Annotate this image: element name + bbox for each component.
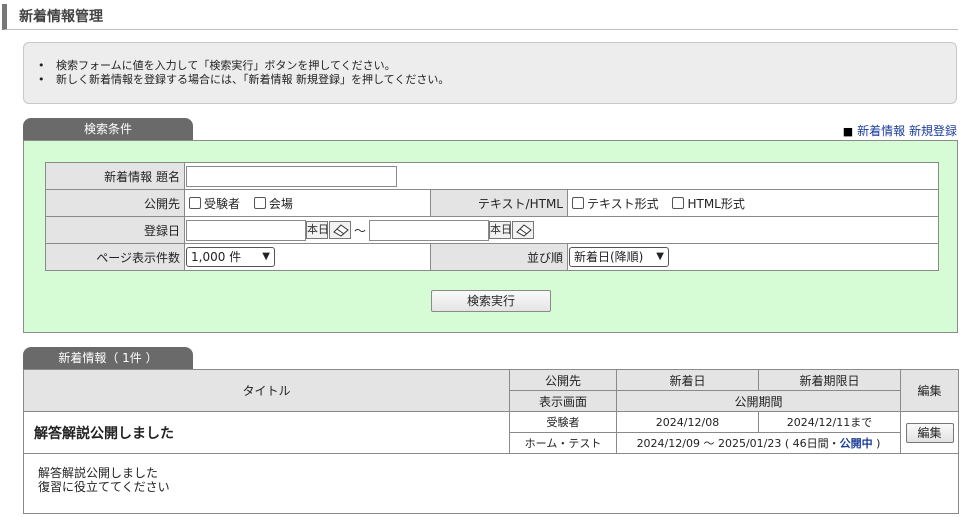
item-body-line: 解答解説公開しました xyxy=(38,466,159,480)
format-html-checkbox[interactable] xyxy=(672,197,685,209)
date-to-input[interactable] xyxy=(369,219,490,241)
item-period: 2024/12/09 ～ 2025/01/23 ( 46日間・公開中 ) xyxy=(616,432,901,454)
instructions-box: 検索フォームに値を入力して「検索実行」ボタンを押してください。 新しく新着情報を… xyxy=(23,42,957,104)
tab-search-conditions: 検索条件 xyxy=(23,118,193,140)
date-from-today-button[interactable]: 本日 xyxy=(306,221,329,239)
sort-value: 新着日(降順) xyxy=(574,250,644,264)
title-input[interactable] xyxy=(186,165,397,187)
format-text-checkbox[interactable] xyxy=(572,197,584,209)
target-candidate-label: 受験者 xyxy=(204,196,241,211)
target-label: 公開先 xyxy=(45,189,185,217)
title-label: 新着情報 題名 xyxy=(45,162,185,190)
page-header: 新着情報管理 xyxy=(2,4,958,30)
format-text-label: テキスト形式 xyxy=(587,196,659,211)
date-to-clear-button[interactable] xyxy=(512,221,535,239)
table-row: 解答解説公開しました 受験者 2024/12/08 2024/12/11まで 編… xyxy=(23,411,959,454)
chevron-down-icon: ▼ xyxy=(656,251,664,262)
instruction-line: 検索フォームに値を入力して「検索実行」ボタンを押してください。 xyxy=(38,59,956,73)
item-body-line: 復習に役立ててください xyxy=(38,480,170,494)
sort-select[interactable]: 新着日(降順) ▼ xyxy=(569,247,669,267)
status-badge: 公開中 xyxy=(839,437,873,450)
results-header-row: タイトル 公開先 新着日 新着期限日 編集 xyxy=(23,369,959,412)
results-table: タイトル 公開先 新着日 新着期限日 編集 表示画面 公開期間 解答解説公開しま… xyxy=(23,369,959,514)
col-header-period: 公開期間 xyxy=(616,390,901,412)
page-title: 新着情報管理 xyxy=(19,9,103,25)
date-range-separator: ～ xyxy=(354,223,367,238)
target-venue-label: 会場 xyxy=(268,196,293,211)
target-candidate-checkbox[interactable] xyxy=(189,197,201,209)
col-header-new-end: 新着期限日 xyxy=(758,369,901,391)
sort-label: 並び順 xyxy=(430,243,568,271)
item-screen: ホーム・テスト xyxy=(509,432,617,454)
page-size-value: 1,000 件 xyxy=(191,250,242,264)
search-submit-button[interactable]: 検索実行 xyxy=(431,290,551,312)
eraser-icon xyxy=(333,224,349,237)
tab-results: 新着情報（ 1件 ） xyxy=(23,347,193,369)
item-new-end: 2024/12/11まで xyxy=(758,411,901,433)
format-label: テキスト/HTML xyxy=(430,189,568,217)
item-period-close: ) xyxy=(872,437,881,450)
item-period-range: 2024/12/09 ～ 2025/01/23 ( 46日間・ xyxy=(636,437,840,450)
item-title: 解答解説公開しました xyxy=(23,411,510,454)
target-venue-checkbox[interactable] xyxy=(253,197,266,209)
item-target: 受験者 xyxy=(509,411,617,433)
new-registration-label[interactable]: 新着情報 新規登録 xyxy=(857,124,957,138)
edit-cell: 編集 xyxy=(900,411,959,454)
col-header-title: タイトル xyxy=(23,369,510,412)
date-label: 登録日 xyxy=(45,216,185,244)
date-from-input[interactable] xyxy=(186,219,306,241)
date-to-today-button[interactable]: 本日 xyxy=(489,221,512,239)
table-row: 解答解説公開しました 復習に役立ててください xyxy=(23,453,959,514)
col-header-target: 公開先 xyxy=(509,369,617,391)
item-new-date: 2024/12/08 xyxy=(616,411,759,433)
page-size-select[interactable]: 1,000 件 ▼ xyxy=(186,247,275,267)
search-panel: 新着情報 題名 公開先 受験者 会場 テキスト/HTML テキスト形式 HTML… xyxy=(23,140,958,333)
format-html-label: HTML形式 xyxy=(687,196,745,211)
item-body: 解答解説公開しました 復習に役立ててください xyxy=(23,453,959,514)
col-header-screen: 表示画面 xyxy=(509,390,617,412)
edit-button[interactable]: 編集 xyxy=(905,422,954,443)
square-bullet-icon: ■ xyxy=(842,125,854,138)
col-header-new-date: 新着日 xyxy=(616,369,759,391)
page-size-label: ページ表示件数 xyxy=(45,243,185,271)
col-header-edit: 編集 xyxy=(900,369,959,412)
instruction-line: 新しく新着情報を登録する場合には、「新着情報 新規登録」を押してください。 xyxy=(38,73,956,87)
date-from-clear-button[interactable] xyxy=(329,221,351,239)
eraser-icon xyxy=(516,224,532,237)
new-registration-link[interactable]: ■ 新着情報 新規登録 xyxy=(843,122,957,139)
chevron-down-icon: ▼ xyxy=(262,251,270,262)
search-form-table: 新着情報 題名 公開先 受験者 会場 テキスト/HTML テキスト形式 HTML… xyxy=(45,162,940,271)
